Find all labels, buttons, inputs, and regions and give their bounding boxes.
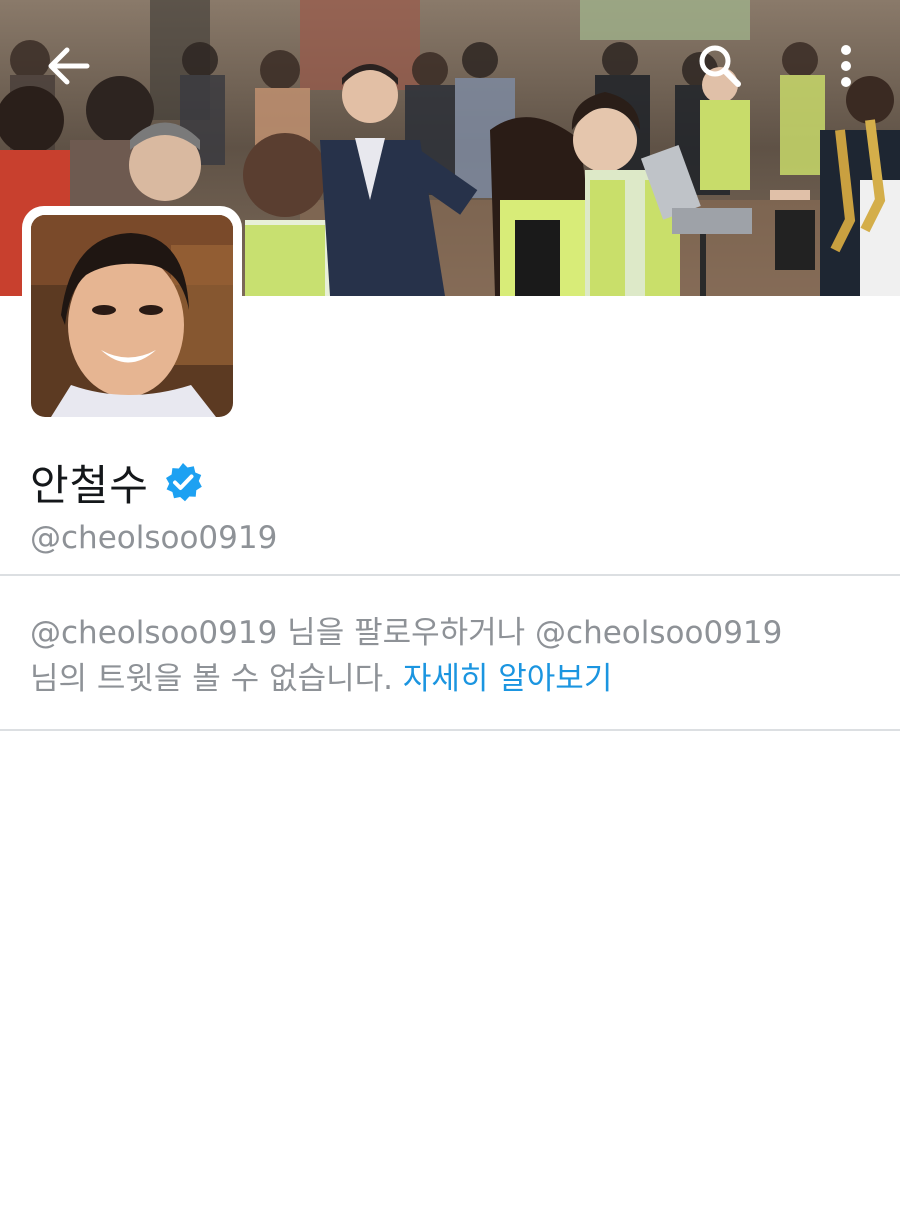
back-arrow-icon [48, 47, 90, 85]
profile-name-row: 안철수 [30, 452, 203, 512]
profile-handle: @cheolsoo0919 [30, 520, 278, 556]
avatar-image [31, 215, 233, 417]
notice-text: 님의 트윗을 볼 수 없습니다. [30, 661, 403, 697]
divider [0, 729, 900, 731]
learn-more-link[interactable]: 자세히 알아보기 [403, 661, 613, 697]
back-button[interactable] [36, 36, 100, 96]
notice-line-1: @cheolsoo0919 님을 팔로우하거나 @cheolsoo0919 [30, 615, 783, 651]
display-name: 안철수 [30, 460, 149, 510]
search-icon [699, 45, 741, 87]
protected-account-notice: @cheolsoo0919 님을 팔로우하거나 @cheolsoo0919 님의… [30, 610, 880, 702]
more-options-button[interactable] [826, 34, 866, 98]
notice-line-2: 님의 트윗을 볼 수 없습니다. 자세히 알아보기 [30, 656, 880, 702]
profile-avatar[interactable] [22, 206, 242, 426]
search-button[interactable] [688, 34, 752, 98]
verified-badge-icon [163, 462, 203, 502]
profile-page: 안철수 @cheolsoo0919 @cheolsoo0919 님을 팔로우하거… [0, 0, 900, 1216]
divider [0, 574, 900, 576]
more-vertical-icon [841, 45, 851, 87]
